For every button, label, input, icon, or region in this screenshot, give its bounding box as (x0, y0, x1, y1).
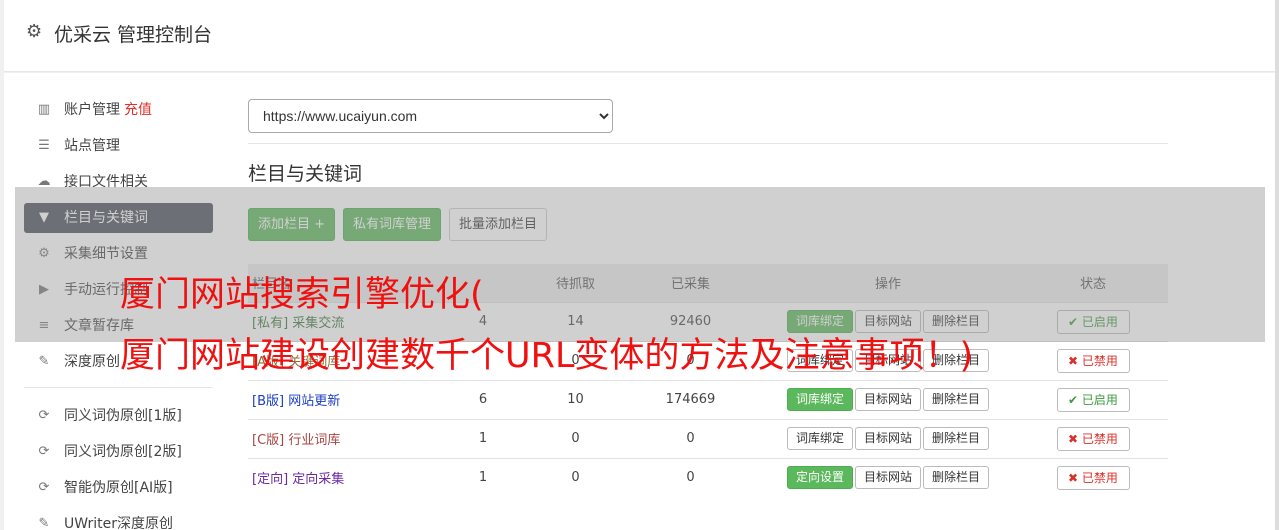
table-row: [定向] 定向采集 1 0 0 定向设置 目标网站 删除栏目 ✖ 已禁用 (248, 457, 1168, 497)
bind-lib-button[interactable]: 词库绑定 (786, 427, 853, 450)
actions-cell: 定向设置 目标网站 删除栏目 (758, 457, 1018, 497)
edit-icon: ✎ (38, 516, 50, 530)
column-tag: [C版] (252, 433, 285, 448)
banner-line-2: 厦门网站建设创建数千个URL变体的方法及注意事项！) (120, 336, 974, 376)
sidebar-item-label: 同义词伪原创[2版] (64, 444, 182, 460)
target-site-button[interactable]: 目标网站 (854, 388, 921, 411)
x-icon: ✖ (1068, 431, 1082, 446)
refresh-icon: ⟳ (38, 480, 50, 495)
recharge-link[interactable]: 充值 (124, 102, 152, 118)
bar-chart-icon: ▥ (37, 102, 51, 117)
column-name-cell: [定向] 定向采集 (248, 457, 438, 497)
delete-column-button[interactable]: 删除栏目 (923, 388, 990, 411)
keyword-count: 6 (438, 379, 528, 419)
sidebar-item-synonym-v2[interactable]: ⟳ 同义词伪原创[2版] (24, 437, 213, 467)
scrollbar[interactable] (1275, 0, 1279, 530)
actions-cell: 词库绑定 目标网站 删除栏目 (758, 418, 1018, 458)
sidebar-item-label: 智能伪原创[AI版] (64, 480, 173, 496)
actions-cell: 词库绑定 目标网站 删除栏目 (758, 379, 1018, 419)
sidebar-item-sites[interactable]: ☰ 站点管理 (24, 131, 213, 161)
sidebar-item-account[interactable]: ▥ 账户管理 充值 (24, 95, 213, 125)
table-row: [B版] 网站更新 6 10 174669 词库绑定 目标网站 删除栏目 ✔ 已启用 (248, 379, 1168, 419)
column-name-cell: [B版] 网站更新 (248, 379, 438, 419)
sidebar-item-label: UWriter深度原创 (64, 516, 173, 530)
status-toggle[interactable]: ✖ 已禁用 (1056, 348, 1130, 373)
collected-count: 0 (623, 418, 758, 458)
pending-count[interactable]: 0 (528, 457, 623, 497)
sidebar-item-synonym-v1[interactable]: ⟳ 同义词伪原创[1版] (24, 401, 213, 431)
check-icon: ✔ (1068, 392, 1082, 407)
status-cell: ✖ 已禁用 (1018, 457, 1168, 497)
page-title: 优采云 管理控制台 (54, 24, 213, 46)
server-icon: ☰ (38, 138, 50, 153)
status-cell: ✖ 已禁用 (1018, 340, 1168, 380)
column-name-link[interactable]: 行业词库 (288, 433, 340, 448)
table-row: [C版] 行业词库 1 0 0 词库绑定 目标网站 删除栏目 ✖ 已禁用 (248, 418, 1168, 458)
status-toggle[interactable]: ✖ 已禁用 (1056, 465, 1130, 490)
column-name-link[interactable]: 定向采集 (292, 472, 344, 487)
bind-lib-button[interactable]: 定向设置 (786, 466, 853, 490)
refresh-icon: ⟳ (38, 444, 50, 459)
delete-column-button[interactable]: 删除栏目 (923, 427, 990, 450)
divider (248, 143, 1168, 144)
keyword-count: 1 (438, 457, 528, 497)
target-site-button[interactable]: 目标网站 (854, 466, 921, 490)
bind-lib-button[interactable]: 词库绑定 (786, 388, 853, 411)
status-toggle[interactable]: ✔ 已启用 (1056, 387, 1130, 412)
watermark-overlay (15, 187, 1265, 342)
status-cell: ✖ 已禁用 (1018, 418, 1168, 458)
column-name-link[interactable]: 网站更新 (288, 394, 340, 409)
sidebar-item-label: 深度原创 (64, 354, 120, 370)
main-content: https://www.ucaiyun.com 栏目与关键词 添加栏目 + 私有词… (248, 99, 1168, 497)
status-label: 已禁用 (1081, 353, 1118, 368)
x-icon: ✖ (1068, 353, 1082, 368)
keyword-count: 1 (438, 418, 528, 458)
column-tag: [定向] (252, 472, 289, 488)
status-label: 已禁用 (1081, 470, 1118, 485)
status-label: 已禁用 (1081, 431, 1118, 446)
collected-count: 0 (623, 457, 758, 497)
sidebar-item-label: 站点管理 (64, 138, 120, 154)
pending-count[interactable]: 10 (528, 379, 623, 419)
section-title: 栏目与关键词 (248, 163, 363, 185)
status-cell: ✔ 已启用 (1018, 379, 1168, 419)
collected-count: 174669 (623, 379, 758, 419)
delete-column-button[interactable]: 删除栏目 (923, 466, 990, 490)
edit-icon: ✎ (38, 354, 50, 369)
gear-icon[interactable]: ⚙ (26, 22, 46, 42)
top-header: ⚙ 优采云 管理控制台 (4, 0, 1275, 72)
column-tag: [B版] (252, 394, 285, 409)
sidebar-item-ai-original[interactable]: ⟳ 智能伪原创[AI版] (24, 473, 213, 503)
column-name-cell: [C版] 行业词库 (248, 418, 438, 458)
sidebar-item-label: 同义词伪原创[1版] (64, 408, 182, 424)
status-label: 已启用 (1081, 392, 1118, 407)
banner-line-1: 厦门网站搜索引擎优化( (120, 275, 484, 315)
refresh-icon: ⟳ (38, 408, 50, 423)
target-site-button[interactable]: 目标网站 (854, 427, 921, 450)
site-select[interactable]: https://www.ucaiyun.com (248, 99, 613, 133)
sidebar-divider (24, 387, 213, 388)
sidebar-item-label: 账户管理 (64, 102, 120, 118)
status-toggle[interactable]: ✖ 已禁用 (1056, 426, 1130, 451)
x-icon: ✖ (1068, 470, 1082, 485)
pending-count[interactable]: 0 (528, 418, 623, 458)
sidebar-item-uwriter[interactable]: ✎ UWriter深度原创 (24, 509, 213, 530)
